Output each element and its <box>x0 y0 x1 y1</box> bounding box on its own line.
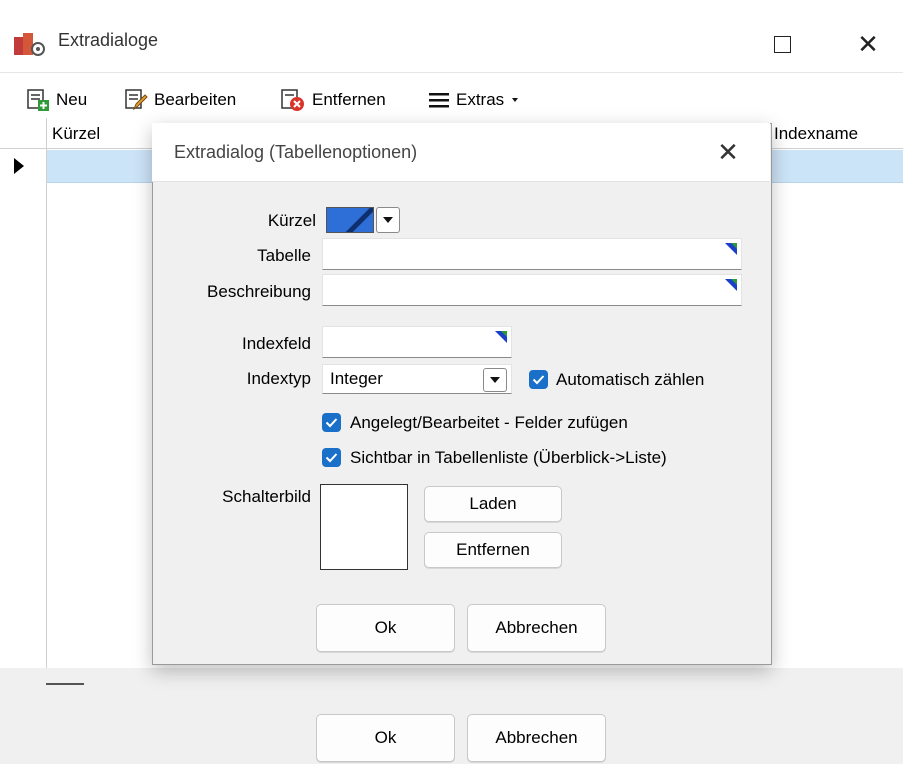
window-close-button[interactable]: ✕ <box>846 24 890 64</box>
edit-button[interactable]: Bearbeiten <box>124 86 236 114</box>
footer-cancel-button[interactable]: Abbrechen <box>467 714 606 762</box>
column-header-indexname[interactable]: Indexname <box>774 124 858 144</box>
beschreibung-field[interactable] <box>322 274 742 306</box>
field-required-marker-icon <box>495 331 507 343</box>
hamburger-icon <box>429 93 449 108</box>
tabelle-label: Tabelle <box>257 246 311 265</box>
delete-record-icon <box>281 89 304 111</box>
maximize-icon <box>773 35 791 53</box>
checkmark-icon <box>532 375 545 385</box>
beschreibung-label: Beschreibung <box>207 282 311 301</box>
extras-label: Extras <box>456 90 505 109</box>
remove-button[interactable]: Entfernen <box>280 86 386 114</box>
kuerzel-color-swatch[interactable] <box>326 207 374 233</box>
extras-menu[interactable]: Extras <box>428 86 520 114</box>
row-indicator-column <box>0 118 47 668</box>
toolbar: Neu Bearbeiten Entfernen Extras <box>0 80 903 120</box>
remove-image-button[interactable]: Entfernen <box>424 532 562 568</box>
dialog-close-button[interactable]: ✕ <box>706 134 750 170</box>
indexfeld-label: Indexfeld <box>242 334 311 353</box>
edit-record-icon <box>125 89 148 111</box>
table-options-dialog <box>152 123 772 665</box>
field-required-marker-icon <box>725 279 737 291</box>
new-record-icon <box>27 89 49 111</box>
dropdown-arrow-icon <box>512 98 519 102</box>
close-icon: ✕ <box>717 136 739 167</box>
load-image-button[interactable]: Laden <box>424 486 562 522</box>
tabelle-field[interactable] <box>322 238 742 270</box>
dialog-ok-button[interactable]: Ok <box>316 604 455 652</box>
indextyp-dropdown-button[interactable] <box>483 368 507 392</box>
visible-in-list-label: Sichtbar in Tabellenliste (Überblick->Li… <box>350 448 667 467</box>
column-header-kuerzel[interactable]: Kürzel <box>52 124 100 144</box>
splitter-handle[interactable] <box>46 683 84 685</box>
kuerzel-dropdown-button[interactable] <box>376 207 400 233</box>
indextyp-label: Indextyp <box>246 369 311 388</box>
remove-label: Entfernen <box>312 90 386 109</box>
indextyp-value: Integer <box>330 369 383 388</box>
new-button[interactable]: Neu <box>26 86 87 114</box>
auto-count-label: Automatisch zählen <box>556 370 705 389</box>
edit-label: Bearbeiten <box>154 90 237 109</box>
chevron-down-icon <box>490 377 500 383</box>
created-edited-fields-checkbox[interactable] <box>322 413 341 432</box>
auto-count-checkbox[interactable] <box>529 370 548 389</box>
visible-in-list-checkbox[interactable] <box>322 448 341 467</box>
new-label: Neu <box>56 90 88 109</box>
kuerzel-label: Kürzel <box>267 211 316 230</box>
close-icon: ✕ <box>857 28 879 59</box>
window-title: Extradialoge <box>58 30 159 50</box>
field-required-marker-icon <box>725 243 737 255</box>
created-edited-fields-label: Angelegt/Bearbeitet - Felder zufügen <box>350 413 628 432</box>
maximize-button[interactable] <box>760 24 804 64</box>
checkmark-icon <box>325 418 338 428</box>
schalterbild-label: Schalterbild <box>222 487 311 506</box>
dialog-cancel-button[interactable]: Abbrechen <box>467 604 606 652</box>
button-image-preview <box>320 484 408 570</box>
app-icon <box>14 31 48 57</box>
current-row-icon <box>14 158 24 174</box>
chevron-down-icon <box>383 217 393 223</box>
footer-ok-button[interactable]: Ok <box>316 714 455 762</box>
indexfeld-field[interactable] <box>322 326 512 358</box>
dialog-title: Extradialog (Tabellenoptionen) <box>174 142 418 162</box>
checkmark-icon <box>325 453 338 463</box>
